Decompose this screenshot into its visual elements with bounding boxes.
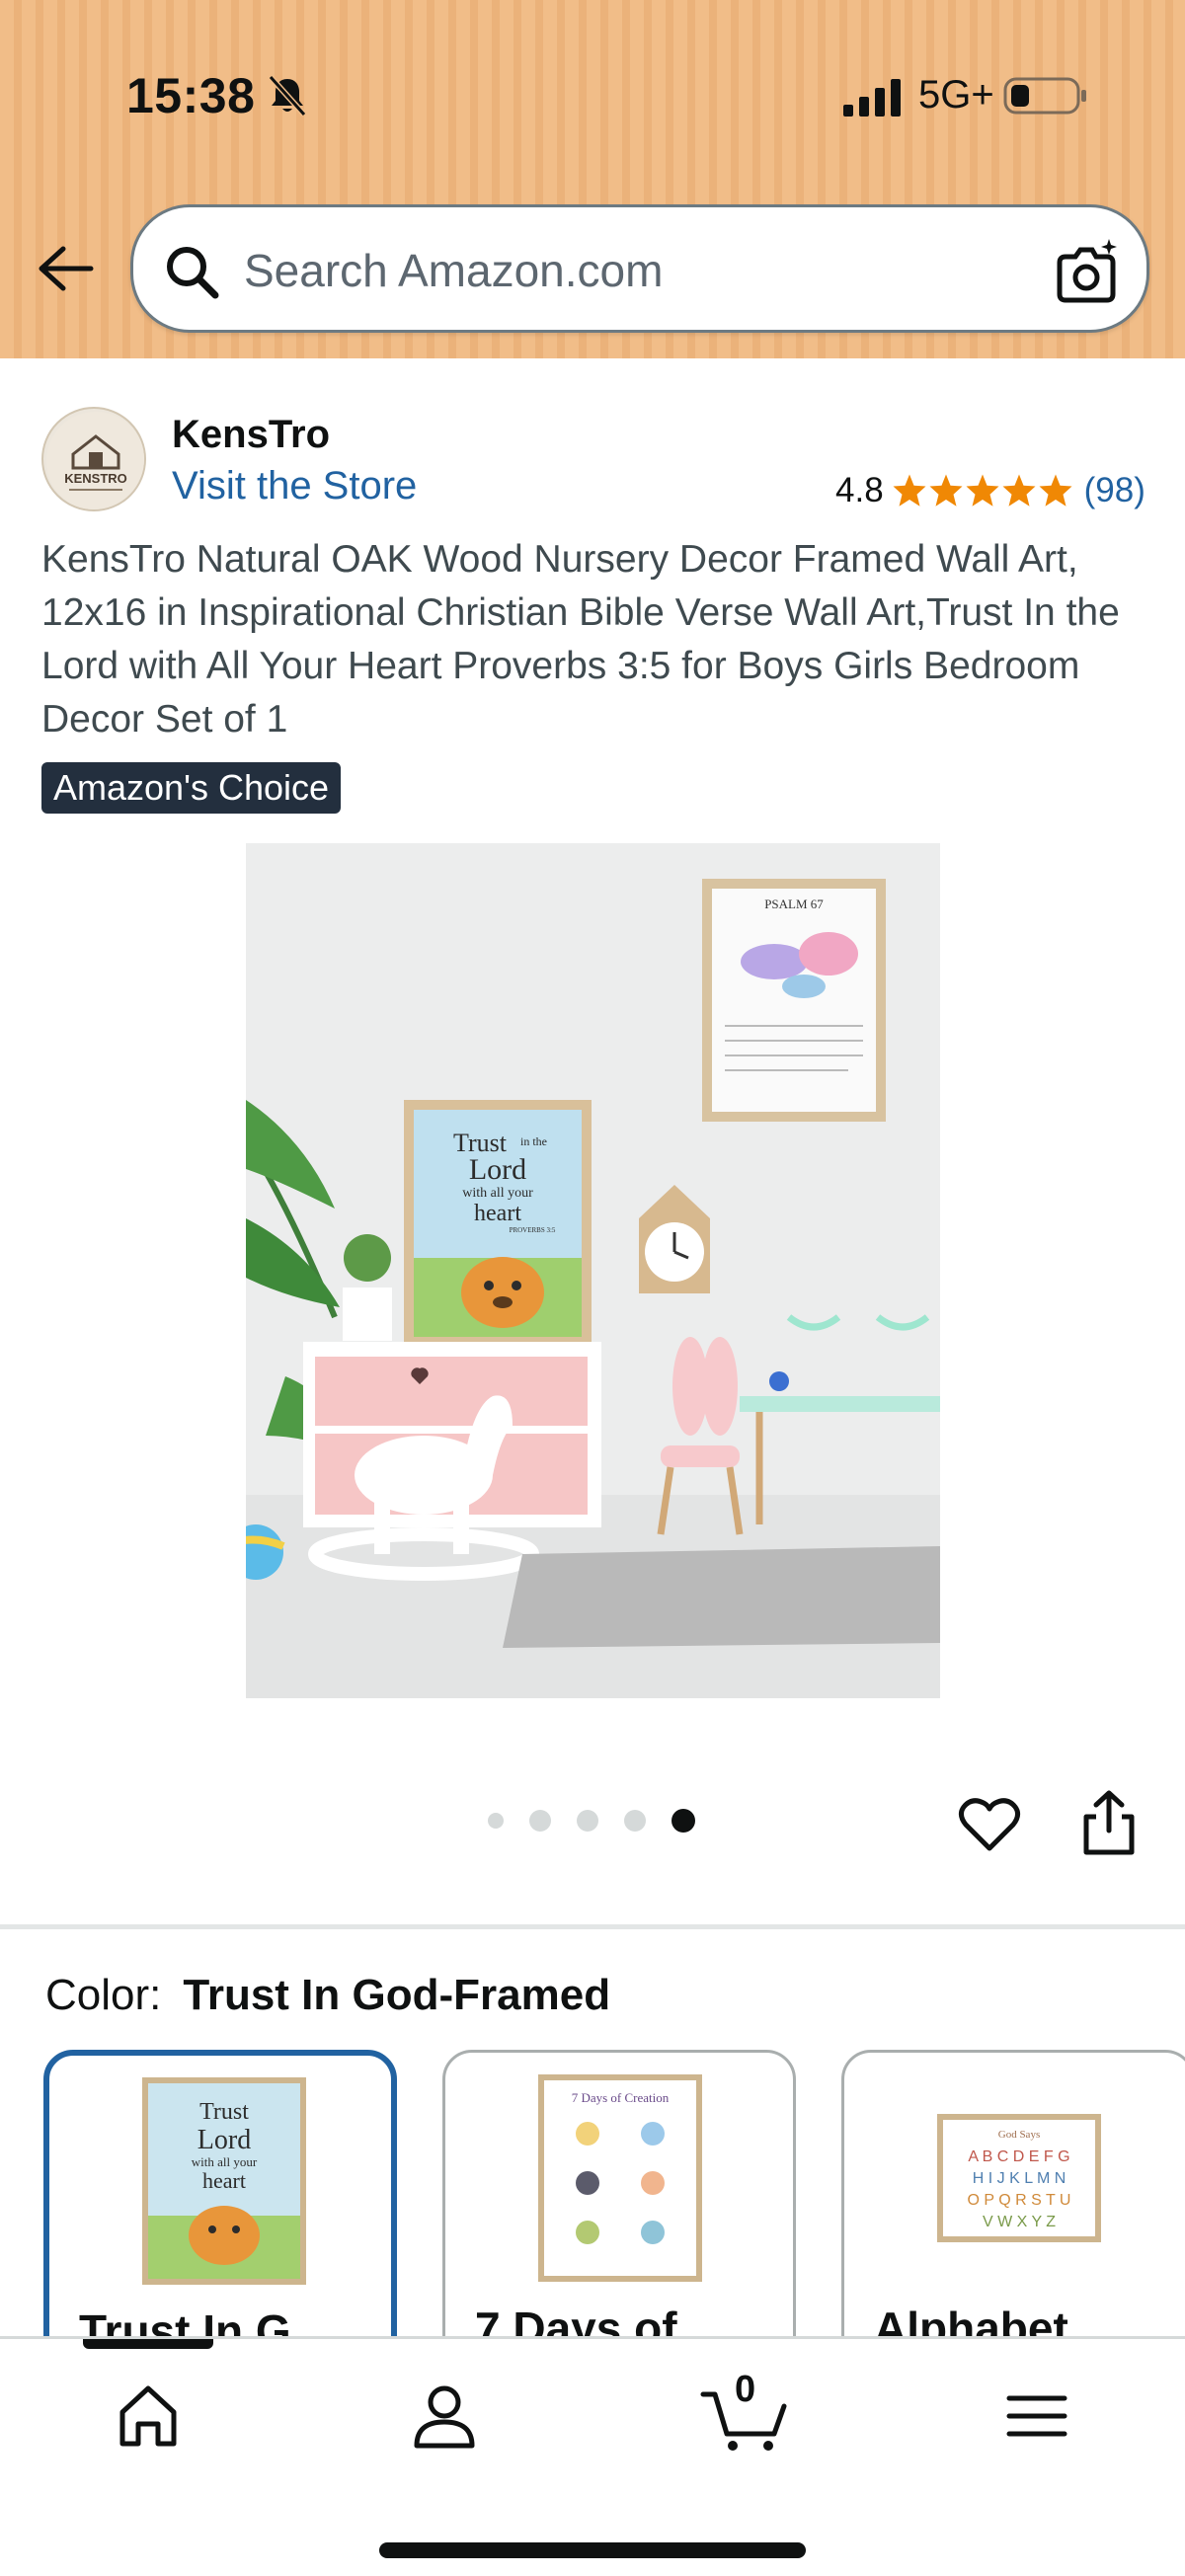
network-type: 5G+ bbox=[918, 73, 994, 117]
carousel-dot[interactable] bbox=[529, 1810, 551, 1832]
color-selection-header: Color: Trust In God-Framed bbox=[45, 1971, 610, 2020]
brand-name: KensTro bbox=[172, 413, 331, 456]
share-icon[interactable] bbox=[1078, 1789, 1140, 1856]
svg-text:Lord: Lord bbox=[198, 2125, 251, 2155]
menu-icon[interactable] bbox=[997, 2377, 1076, 2456]
svg-text:Trust: Trust bbox=[199, 2099, 249, 2125]
bell-off-icon bbox=[268, 74, 307, 117]
star-icon bbox=[929, 474, 963, 507]
svg-text:with all your: with all your bbox=[462, 1186, 533, 1201]
section-divider bbox=[0, 1924, 1185, 1929]
svg-text:V W X Y Z: V W X Y Z bbox=[983, 2214, 1056, 2230]
star-icon bbox=[966, 474, 999, 507]
heart-icon[interactable] bbox=[958, 1793, 1021, 1856]
active-tab-indicator bbox=[83, 2339, 213, 2349]
swatch-thumbnail: 7 Days of Creation bbox=[538, 2074, 702, 2282]
svg-text:A B C D E F G: A B C D E F G bbox=[968, 2148, 1069, 2165]
rating-summary[interactable]: 4.8 (98) bbox=[835, 468, 1146, 513]
svg-text:KENSTRO: KENSTRO bbox=[64, 471, 127, 486]
star-icon bbox=[893, 474, 926, 507]
visit-store-link[interactable]: Visit the Store bbox=[172, 464, 417, 508]
svg-text:PSALM 67: PSALM 67 bbox=[764, 897, 824, 911]
brand-logo[interactable]: KENSTRO bbox=[41, 407, 146, 511]
svg-text:PROVERBS 3:5: PROVERBS 3:5 bbox=[510, 1226, 556, 1234]
color-option-7-days[interactable]: 7 Days of Creation 7 Days of ... bbox=[442, 2050, 796, 2385]
color-option-trust-in-god[interactable]: Trust Lord with all your heart Trust In … bbox=[43, 2050, 397, 2385]
carousel-dot[interactable] bbox=[624, 1810, 646, 1832]
svg-text:O P Q R S T U: O P Q R S T U bbox=[968, 2192, 1071, 2209]
review-count[interactable]: (98) bbox=[1084, 471, 1146, 510]
amazons-choice-badge[interactable]: Amazon's Choice bbox=[41, 762, 341, 814]
color-option-alphabet[interactable]: God Says A B C D E F G H I J K L M N O P… bbox=[841, 2050, 1185, 2385]
back-arrow-icon[interactable] bbox=[34, 243, 95, 294]
rating-value: 4.8 bbox=[835, 471, 884, 509]
search-bar[interactable] bbox=[130, 204, 1149, 333]
brand-logo-image: KENSTRO bbox=[46, 412, 144, 509]
search-icon bbox=[167, 247, 219, 299]
app-header: 15:38 5G+ bbox=[0, 0, 1185, 358]
svg-text:heart: heart bbox=[474, 1201, 521, 1226]
camera-search-icon[interactable] bbox=[1052, 237, 1121, 306]
bottom-tab-bar: 0 bbox=[0, 2336, 1185, 2576]
product-image[interactable]: PSALM 67 Trust in the Lord with all your… bbox=[246, 843, 940, 1698]
star-rating bbox=[892, 473, 1074, 508]
swatch-thumbnail: God Says A B C D E F G H I J K L M N O P… bbox=[937, 2114, 1101, 2242]
battery-icon bbox=[1003, 77, 1086, 115]
nursery-scene-illustration: PSALM 67 Trust in the Lord with all your… bbox=[246, 843, 940, 1698]
svg-text:7 Days of Creation: 7 Days of Creation bbox=[572, 2090, 670, 2105]
selected-color-value: Trust In God-Framed bbox=[183, 1971, 611, 2019]
swatch-thumbnail: Trust Lord with all your heart bbox=[142, 2077, 306, 2285]
svg-text:Lord: Lord bbox=[469, 1153, 526, 1186]
svg-text:with all your: with all your bbox=[192, 2154, 258, 2169]
search-input[interactable] bbox=[244, 235, 994, 306]
svg-text:heart: heart bbox=[202, 2168, 246, 2193]
color-label: Color: bbox=[45, 1971, 162, 2019]
carousel-dot-active[interactable] bbox=[672, 1809, 695, 1833]
product-title: KensTro Natural OAK Wood Nursery Decor F… bbox=[41, 538, 1120, 741]
svg-text:God Says: God Says bbox=[998, 2129, 1040, 2141]
carousel-dot[interactable] bbox=[577, 1810, 598, 1832]
home-indicator bbox=[379, 2542, 806, 2558]
svg-text:H I J K L M N: H I J K L M N bbox=[973, 2170, 1066, 2187]
signal-icon bbox=[843, 79, 901, 117]
home-icon[interactable] bbox=[109, 2377, 188, 2456]
image-carousel-dots[interactable] bbox=[488, 1809, 721, 1833]
star-icon bbox=[1039, 474, 1072, 507]
account-icon[interactable] bbox=[405, 2377, 484, 2456]
status-time: 15:38 bbox=[126, 68, 256, 123]
svg-text:in the: in the bbox=[520, 1134, 547, 1148]
carousel-dot[interactable] bbox=[488, 1813, 504, 1829]
star-icon bbox=[1002, 474, 1036, 507]
cart-count: 0 bbox=[735, 2369, 756, 2410]
